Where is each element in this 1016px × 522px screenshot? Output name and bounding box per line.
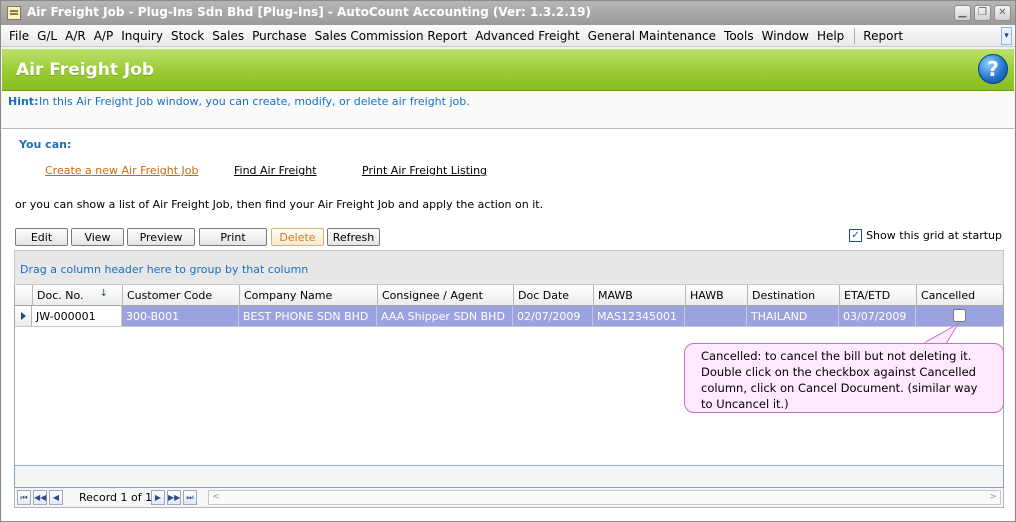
menu-item-ar[interactable]: A/R: [65, 29, 86, 44]
cell-doc-date[interactable]: 02/07/2009: [513, 306, 593, 326]
menu-items: File G/L A/R A/P Inquiry Stock Sales Pur…: [9, 28, 911, 44]
sort-descending-icon: ↓: [99, 288, 108, 299]
menu-item-help[interactable]: Help: [817, 29, 844, 44]
page-title: Air Freight Job: [16, 60, 155, 80]
column-header-destination[interactable]: Destination: [748, 285, 840, 306]
menu-item-advanced-freight[interactable]: Advanced Freight: [475, 29, 579, 44]
group-by-hint: Drag a column header here to group by th…: [20, 263, 309, 276]
group-by-panel[interactable]: Drag a column header here to group by th…: [14, 250, 1004, 285]
cell-hawb[interactable]: [685, 306, 747, 326]
column-header-doc-date[interactable]: Doc Date: [514, 285, 594, 306]
table-row[interactable]: JW-000001 300-B001 BEST PHONE SDN BHD AA…: [15, 306, 1003, 327]
scroll-right-icon[interactable]: >: [986, 491, 1000, 504]
column-header-eta-etd[interactable]: ETA/ETD: [840, 285, 917, 306]
cell-eta-etd[interactable]: 03/07/2009: [839, 306, 916, 326]
grid-footer: [14, 465, 1004, 488]
edit-button[interactable]: Edit: [15, 228, 68, 246]
help-icon[interactable]: ?: [978, 54, 1008, 84]
callout-pointer: [920, 322, 960, 344]
column-header-doc-no[interactable]: Doc. No. ↓: [33, 285, 123, 306]
column-header-hawb[interactable]: HAWB: [686, 285, 748, 306]
record-counter: Record 1 of 1: [79, 491, 153, 504]
menu-item-inquiry[interactable]: Inquiry: [121, 29, 163, 44]
scroll-left-icon[interactable]: <: [209, 491, 223, 504]
horizontal-scrollbar[interactable]: < >: [208, 490, 1001, 505]
menu-item-report[interactable]: Report: [863, 29, 903, 44]
page-header: Air Freight Job ?: [2, 49, 1014, 91]
cell-customer-code[interactable]: 300-B001: [122, 306, 239, 326]
hint-panel: Hint: In this Air Freight Job window, yo…: [2, 91, 1014, 129]
cancelled-tooltip: Cancelled: to cancel the bill but not de…: [684, 343, 1004, 413]
menu-item-tools[interactable]: Tools: [724, 29, 754, 44]
previous-record-icon[interactable]: ◀: [49, 490, 63, 505]
next-page-icon[interactable]: ▶▶: [167, 490, 181, 505]
instruction-text: or you can show a list of Air Freight Jo…: [15, 198, 544, 211]
menu-item-sales-commission-report[interactable]: Sales Commission Report: [315, 29, 468, 44]
cell-company-name[interactable]: BEST PHONE SDN BHD: [239, 306, 377, 326]
main-panel: You can: Create a new Air Freight Job Fi…: [2, 129, 1014, 521]
find-air-freight-link[interactable]: Find Air Freight: [234, 164, 317, 177]
column-header-cancelled[interactable]: Cancelled: [917, 285, 1003, 306]
column-header-customer-code[interactable]: Customer Code: [123, 285, 240, 306]
hint-label: Hint:: [8, 95, 39, 108]
cell-consignee[interactable]: AAA Shipper SDN BHD: [377, 306, 513, 326]
menu-item-ap[interactable]: A/P: [94, 29, 114, 44]
print-air-freight-listing-link[interactable]: Print Air Freight Listing: [362, 164, 487, 177]
cell-doc-no[interactable]: JW-000001: [32, 306, 122, 326]
chevron-down-icon[interactable]: ▾: [1001, 27, 1012, 45]
delete-button[interactable]: Delete: [271, 228, 324, 246]
show-grid-checkbox[interactable]: ✓: [849, 229, 863, 242]
create-air-freight-job-link[interactable]: Create a new Air Freight Job: [45, 164, 198, 177]
cell-mawb[interactable]: MAS12345001: [593, 306, 685, 326]
menu-item-general-maintenance[interactable]: General Maintenance: [588, 29, 716, 44]
restore-icon[interactable]: ❐: [974, 5, 991, 21]
grid-header: Doc. No. ↓ Customer Code Company Name Co…: [15, 285, 1003, 306]
row-indicator-icon: [15, 306, 32, 326]
preview-button[interactable]: Preview: [127, 228, 195, 246]
menu-bar: File G/L A/R A/P Inquiry Stock Sales Pur…: [1, 25, 1015, 47]
cancelled-checkbox[interactable]: [952, 309, 966, 322]
title-bar[interactable]: Air Freight Job - Plug-Ins Sdn Bhd [Plug…: [1, 1, 1015, 25]
show-grid-at-startup[interactable]: ✓ Show this grid at startup: [849, 229, 1002, 242]
menu-item-window[interactable]: Window: [762, 29, 809, 44]
first-record-icon[interactable]: ⏮: [17, 490, 31, 505]
column-header-company-name[interactable]: Company Name: [240, 285, 378, 306]
refresh-button[interactable]: Refresh: [327, 228, 380, 246]
last-record-icon[interactable]: ⏭: [183, 490, 197, 505]
cell-destination[interactable]: THAILAND: [747, 306, 839, 326]
next-record-icon[interactable]: ▶: [151, 490, 165, 505]
app-window: Air Freight Job - Plug-Ins Sdn Bhd [Plug…: [0, 0, 1016, 522]
menu-item-purchase[interactable]: Purchase: [252, 29, 307, 44]
close-icon[interactable]: ✕: [994, 5, 1011, 21]
menu-item-gl[interactable]: G/L: [37, 29, 57, 44]
hint-text: In this Air Freight Job window, you can …: [39, 95, 470, 108]
print-button[interactable]: Print: [199, 228, 267, 246]
document-icon: [7, 6, 21, 20]
column-header-consignee[interactable]: Consignee / Agent: [378, 285, 514, 306]
previous-page-icon[interactable]: ◀◀: [33, 490, 47, 505]
menu-separator: [854, 28, 856, 44]
grid-corner: [15, 285, 33, 306]
you-can-heading: You can:: [19, 138, 72, 151]
menu-item-file[interactable]: File: [9, 29, 29, 44]
minimize-icon[interactable]: ▁: [954, 5, 971, 21]
show-grid-label: Show this grid at startup: [866, 229, 1002, 242]
menu-item-stock[interactable]: Stock: [171, 29, 204, 44]
column-header-mawb[interactable]: MAWB: [594, 285, 686, 306]
menu-item-sales[interactable]: Sales: [212, 29, 244, 44]
window-title: Air Freight Job - Plug-Ins Sdn Bhd [Plug…: [27, 5, 591, 19]
view-button[interactable]: View: [71, 228, 124, 246]
record-navigator: ⏮ ◀◀ ◀ Record 1 of 1 ▶ ▶▶ ⏭ < >: [14, 488, 1004, 508]
